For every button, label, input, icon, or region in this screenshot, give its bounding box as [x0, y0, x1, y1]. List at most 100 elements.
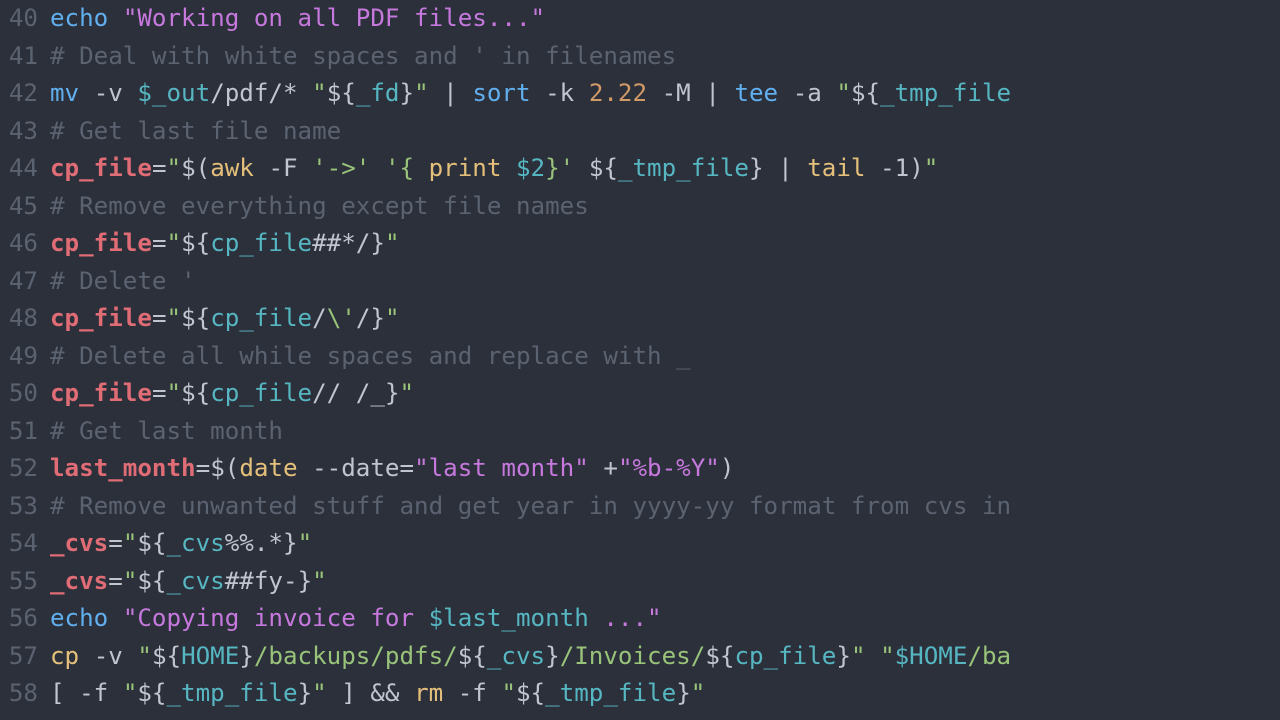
- line-number: 44: [0, 150, 50, 188]
- code-token: }: [400, 79, 415, 107]
- code-line[interactable]: 46cp_file="${cp_file##*/}": [0, 225, 1280, 263]
- code-token: ${: [516, 679, 545, 707]
- code-token: ": [385, 304, 400, 332]
- code-content[interactable]: # Deal with white spaces and ' in filena…: [50, 38, 676, 76]
- code-content[interactable]: # Get last file name: [50, 113, 341, 151]
- code-line[interactable]: 53# Remove unwanted stuff and get year i…: [0, 488, 1280, 526]
- code-token: =: [152, 229, 167, 257]
- code-content[interactable]: [ -f "${_tmp_file}" ] && rm -f "${_tmp_f…: [50, 675, 705, 713]
- code-content[interactable]: _cvs="${_cvs%%.*}": [50, 525, 312, 563]
- code-token: cp_file: [210, 379, 312, 407]
- code-line[interactable]: 50cp_file="${cp_file// /_}": [0, 375, 1280, 413]
- code-token: =: [152, 379, 167, 407]
- code-line[interactable]: 40echo "Working on all PDF files...": [0, 0, 1280, 38]
- code-token: tail: [807, 154, 880, 182]
- code-token: /Invoices/: [560, 642, 706, 670]
- code-content[interactable]: echo "Working on all PDF files...": [50, 0, 545, 38]
- code-token: ": [167, 229, 182, 257]
- code-content[interactable]: # Remove everything except file names: [50, 188, 589, 226]
- code-token: ": [501, 679, 516, 707]
- code-token: }: [545, 642, 560, 670]
- code-line[interactable]: 54_cvs="${_cvs%%.*}": [0, 525, 1280, 563]
- code-token: +: [589, 454, 618, 482]
- code-line[interactable]: 49# Delete all while spaces and replace …: [0, 338, 1280, 376]
- code-token: ": [312, 567, 327, 595]
- code-token: ": [312, 679, 327, 707]
- code-token: $(: [181, 154, 210, 182]
- line-number: 40: [0, 0, 50, 38]
- code-token: [866, 642, 881, 670]
- code-token: =: [196, 454, 211, 482]
- code-token: # Remove everything except file names: [50, 192, 589, 220]
- code-content[interactable]: # Delete ': [50, 263, 196, 301]
- code-token: ${: [705, 642, 734, 670]
- code-content[interactable]: echo "Copying invoice for $last_month ..…: [50, 600, 662, 638]
- code-token: cp_file: [734, 642, 836, 670]
- code-line[interactable]: 48cp_file="${cp_file/\'/}": [0, 300, 1280, 338]
- code-token: }: [239, 642, 254, 670]
- code-line[interactable]: 51# Get last month: [0, 413, 1280, 451]
- code-token: # Get last file name: [50, 117, 341, 145]
- code-content[interactable]: cp_file="${cp_file##*/}": [50, 225, 400, 263]
- code-token: cp_file: [50, 304, 152, 332]
- code-token: ...": [589, 604, 662, 632]
- code-token: _fd: [356, 79, 400, 107]
- code-token: _cvs: [50, 529, 108, 557]
- code-token: }: [298, 679, 313, 707]
- code-token: $(: [210, 454, 239, 482]
- code-token: cp_file: [50, 229, 152, 257]
- code-token: # Remove unwanted stuff and get year in …: [50, 492, 1011, 520]
- code-line[interactable]: 47# Delete ': [0, 263, 1280, 301]
- code-token: _tmp_file: [880, 79, 1011, 107]
- code-line[interactable]: 55_cvs="${_cvs##fy-}": [0, 563, 1280, 601]
- code-content[interactable]: cp_file="${cp_file// /_}": [50, 375, 414, 413]
- code-content[interactable]: cp -v "${HOME}/backups/pdfs/${_cvs}/Invo…: [50, 638, 1011, 676]
- line-number: 53: [0, 488, 50, 526]
- code-token: ): [909, 154, 924, 182]
- code-line[interactable]: 44cp_file="$(awk -F '->' '{ print $2}' $…: [0, 150, 1280, 188]
- code-token: ##*/: [312, 229, 370, 257]
- code-content[interactable]: mv -v $_out/pdf/* "${_fd}" | sort -k 2.2…: [50, 75, 1011, 113]
- code-token: _cvs: [167, 567, 225, 595]
- line-number: 55: [0, 563, 50, 601]
- code-line[interactable]: 57cp -v "${HOME}/backups/pdfs/${_cvs}/In…: [0, 638, 1280, 676]
- code-token: _cvs: [487, 642, 545, 670]
- line-number: 47: [0, 263, 50, 301]
- line-number: 51: [0, 413, 50, 451]
- code-token: mv: [50, 79, 94, 107]
- code-token: ${: [589, 154, 618, 182]
- code-token: ${: [152, 642, 181, 670]
- code-content[interactable]: _cvs="${_cvs##fy-}": [50, 563, 327, 601]
- code-token: cp_file: [50, 379, 152, 407]
- code-token: ": [414, 79, 429, 107]
- code-token: sort: [472, 79, 545, 107]
- code-content[interactable]: # Remove unwanted stuff and get year in …: [50, 488, 1011, 526]
- code-content[interactable]: # Delete all while spaces and replace wi…: [50, 338, 691, 376]
- code-token: %%.*: [225, 529, 283, 557]
- code-line[interactable]: 43# Get last file name: [0, 113, 1280, 151]
- code-content[interactable]: cp_file="$(awk -F '->' '{ print $2}' ${_…: [50, 150, 938, 188]
- code-content[interactable]: # Get last month: [50, 413, 283, 451]
- code-token: =: [108, 529, 123, 557]
- code-content[interactable]: last_month=$(date --date="last month" +"…: [50, 450, 734, 488]
- code-editor[interactable]: 40echo "Working on all PDF files..."41# …: [0, 0, 1280, 713]
- code-line[interactable]: 52last_month=$(date --date="last month" …: [0, 450, 1280, 488]
- code-token: ${: [181, 304, 210, 332]
- line-number: 52: [0, 450, 50, 488]
- code-token: /: [312, 304, 327, 332]
- code-token: $HOME: [895, 642, 968, 670]
- code-line[interactable]: 58[ -f "${_tmp_file}" ] && rm -f "${_tmp…: [0, 675, 1280, 713]
- code-token: $2: [516, 154, 545, 182]
- code-line[interactable]: 41# Deal with white spaces and ' in file…: [0, 38, 1280, 76]
- code-line[interactable]: 56echo "Copying invoice for $last_month …: [0, 600, 1280, 638]
- code-token: ": [851, 642, 866, 670]
- code-line[interactable]: 42mv -v $_out/pdf/* "${_fd}" | sort -k 2…: [0, 75, 1280, 113]
- code-content[interactable]: cp_file="${cp_file/\'/}": [50, 300, 400, 338]
- code-token: ${: [137, 679, 166, 707]
- code-token: -f: [458, 679, 502, 707]
- code-line[interactable]: 45# Remove everything except file names: [0, 188, 1280, 226]
- line-number: 56: [0, 600, 50, 638]
- code-token: ]: [327, 679, 371, 707]
- code-token: }: [749, 154, 764, 182]
- code-token: # Delete ': [50, 267, 196, 295]
